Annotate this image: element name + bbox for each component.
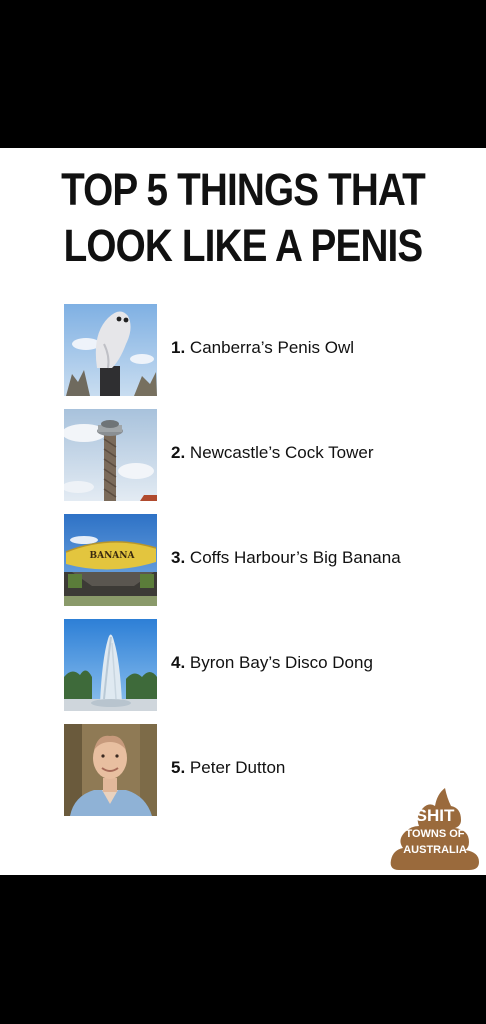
title-line-1: TOP 5 THINGS THAT (61, 164, 426, 215)
owl-photo (64, 304, 157, 396)
item-label: 5. Peter Dutton (171, 758, 285, 778)
item-number: 5. (171, 758, 186, 777)
fountain-photo (64, 619, 157, 711)
tower-photo (64, 409, 157, 501)
meme-panel: TOP 5 THINGS THAT LOOK LIKE A PENIS 1. C… (0, 148, 486, 875)
item-label: 4. Byron Bay’s Disco Dong (171, 653, 373, 673)
logo-line-1: SHIT (415, 806, 455, 825)
banana-sign-text: BANANA (89, 551, 135, 561)
list-item-tower: 2. Newcastle’s Cock Tower (64, 409, 464, 501)
list-item-owl: 1. Canberra’s Penis Owl (64, 304, 464, 396)
logo-line-2: TOWNS OF (405, 828, 465, 840)
item-text: Canberra’s Penis Owl (189, 338, 355, 357)
item-label: 1. Canberra’s Penis Owl (171, 338, 354, 358)
meme-title: TOP 5 THINGS THAT LOOK LIKE A PENIS (34, 162, 452, 274)
item-text: Coffs Harbour’s Big Banana (189, 548, 401, 567)
item-number: 2. (171, 443, 186, 462)
list-item-fountain: 4. Byron Bay’s Disco Dong (64, 619, 464, 711)
item-number: 4. (171, 653, 186, 672)
item-number: 1. (171, 338, 186, 357)
list-item-banana: BANANA 3. Coffs Harbour’s Big Banana (64, 514, 464, 606)
item-label: 3. Coffs Harbour’s Big Banana (171, 548, 401, 568)
logo-line-3: AUSTRALIA (403, 844, 467, 856)
item-label: 2. Newcastle’s Cock Tower (171, 443, 374, 463)
item-number: 3. (171, 548, 186, 567)
item-text: Newcastle’s Cock Tower (189, 443, 374, 462)
title-line-2: LOOK LIKE A PENIS (63, 220, 424, 271)
portrait-photo (64, 724, 157, 816)
banana-photo: BANANA (64, 514, 157, 606)
shit-towns-logo: SHIT TOWNS OF AUSTRALIA (389, 786, 481, 870)
item-text: Byron Bay’s Disco Dong (189, 653, 373, 672)
item-text: Peter Dutton (189, 758, 286, 777)
